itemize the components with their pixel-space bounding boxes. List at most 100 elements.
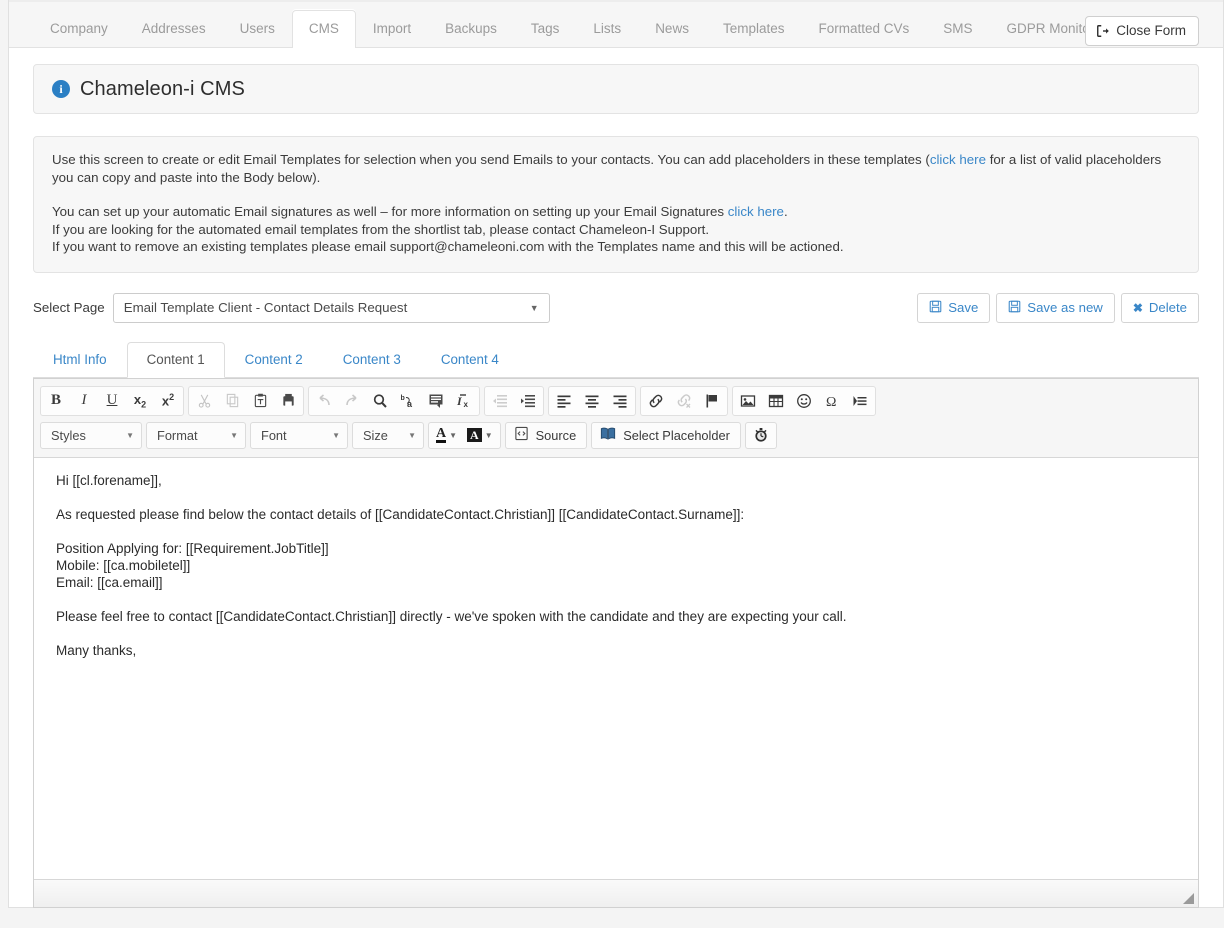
find-icon[interactable] [366, 388, 394, 414]
body-line-position: Position Applying for: [[Requirement.Job… [56, 540, 329, 556]
editor-content-area[interactable]: Hi [[cl.forename]], As requested please … [34, 457, 1198, 879]
info-icon: i [52, 80, 70, 98]
help-paragraph-3: If you are looking for the automated ema… [52, 221, 710, 237]
text-color-letter: A [436, 426, 447, 443]
image-icon[interactable] [734, 388, 762, 414]
toolbar-group-clipboard [188, 385, 304, 416]
toolbar-group-editing: ba Ix [308, 385, 480, 416]
placeholders-help-link[interactable]: click here [930, 152, 986, 167]
body-paragraph-greeting: Hi [[cl.forename]], [56, 472, 162, 488]
content-tab-content-4[interactable]: Content 4 [421, 342, 519, 378]
font-dropdown[interactable]: Font ▼ [250, 421, 348, 449]
align-center-icon[interactable] [578, 388, 606, 414]
paste-icon[interactable] [246, 388, 274, 414]
select-page-label: Select Page [33, 300, 105, 315]
body-line-mobile: Mobile: [[ca.mobiletel]] [56, 557, 191, 573]
source-code-icon [514, 426, 529, 444]
chevron-down-icon: ▼ [529, 302, 539, 313]
body-line-email: Email: [[ca.email]] [56, 574, 163, 590]
special-char-icon[interactable]: Ω [818, 388, 846, 414]
redo-icon[interactable] [338, 388, 366, 414]
nav-tab-users[interactable]: Users [223, 10, 292, 48]
nav-tab-formatted-cvs[interactable]: Formatted CVs [801, 10, 926, 48]
select-placeholder-button[interactable]: Select Placeholder [591, 421, 741, 449]
select-page-row: Select Page Email Template Client - Cont… [33, 292, 1199, 323]
body-paragraph-intro: As requested please find below the conta… [56, 506, 745, 522]
timer-icon[interactable] [744, 421, 777, 449]
nav-tab-company[interactable]: Company [33, 10, 125, 48]
resize-grip-icon[interactable] [1183, 892, 1194, 904]
link-icon[interactable] [642, 388, 670, 414]
nav-tab-sms[interactable]: SMS [926, 10, 989, 48]
format-dropdown[interactable]: Format ▼ [146, 421, 246, 449]
content-tab-html-info[interactable]: Html Info [33, 342, 127, 378]
cut-icon[interactable] [190, 388, 218, 414]
text-color-icon[interactable]: A ▼ [431, 424, 462, 447]
svg-text:Ω: Ω [826, 395, 836, 409]
save-as-new-button[interactable]: Save as new [996, 292, 1115, 323]
source-button[interactable]: Source [504, 421, 588, 449]
font-dropdown-label: Font [261, 427, 287, 443]
size-dropdown[interactable]: Size ▼ [352, 421, 424, 449]
svg-text:x: x [464, 400, 469, 409]
chevron-down-icon: ▼ [332, 430, 340, 440]
align-left-icon[interactable] [550, 388, 578, 414]
outdent-icon[interactable] [486, 388, 514, 414]
underline-icon[interactable]: U [98, 388, 126, 414]
paste-from-word-icon[interactable] [274, 388, 302, 414]
help-paragraph-2: You can set up your automatic Email sign… [52, 203, 1180, 221]
content-tab-content-2[interactable]: Content 2 [225, 342, 323, 378]
editor-toolbar-row-1: B I U x2 x2 b a I x Ω [38, 383, 1194, 419]
nav-tab-backups[interactable]: Backups [428, 10, 514, 48]
content-tab-content-1[interactable]: Content 1 [126, 341, 225, 378]
page-body: i Chameleon-i CMS Use this screen to cre… [9, 48, 1223, 908]
bold-icon[interactable]: B [42, 388, 70, 414]
chevron-down-icon: ▼ [484, 430, 493, 440]
select-placeholder-label: Select Placeholder [623, 427, 730, 443]
styles-dropdown[interactable]: Styles ▼ [40, 421, 142, 449]
svg-text:b: b [401, 395, 405, 402]
remove-format-icon[interactable]: Ix [450, 388, 478, 414]
page-title: Chameleon-i CMS [80, 77, 245, 100]
close-form-label: Close Form [1116, 23, 1186, 38]
table-icon[interactable] [762, 388, 790, 414]
page-card: Company Addresses Users CMS Import Backu… [8, 0, 1224, 908]
record-action-buttons: Save Save as new ✖ Delete [917, 292, 1199, 323]
signatures-help-link[interactable]: click here [728, 204, 784, 219]
copy-icon[interactable] [218, 388, 246, 414]
chevron-down-icon: ▼ [449, 430, 458, 440]
delete-button[interactable]: ✖ Delete [1120, 292, 1199, 323]
replace-icon[interactable]: ba [394, 388, 422, 414]
save-button[interactable]: Save [917, 292, 991, 323]
indent-icon[interactable] [514, 388, 542, 414]
select-page-value: Email Template Client - Contact Details … [123, 300, 408, 315]
superscript-icon[interactable]: x2 [154, 388, 182, 414]
page-break-icon[interactable] [846, 388, 874, 414]
close-form-button[interactable]: Close Form [1085, 16, 1199, 46]
select-all-icon[interactable] [422, 388, 450, 414]
align-right-icon[interactable] [606, 388, 634, 414]
subscript-icon[interactable]: x2 [126, 388, 154, 414]
toolbar-group-colors: A ▼ A ▼ [428, 421, 501, 449]
content-tab-content-3[interactable]: Content 3 [323, 342, 421, 378]
nav-tab-templates[interactable]: Templates [706, 10, 802, 48]
background-color-icon[interactable]: A ▼ [462, 424, 498, 447]
help-text-2b: . [783, 204, 788, 219]
editor-toolbar: B I U x2 x2 b a I x Ω Styles ▼ Format ▼ … [34, 378, 1198, 458]
nav-tab-cms[interactable]: CMS [291, 10, 356, 49]
nav-tab-import[interactable]: Import [356, 10, 428, 48]
nav-tab-lists[interactable]: Lists [576, 10, 638, 48]
select-page-dropdown[interactable]: Email Template Client - Contact Details … [112, 292, 550, 323]
nav-tab-addresses[interactable]: Addresses [125, 10, 223, 48]
undo-icon[interactable] [310, 388, 338, 414]
nav-tab-tags[interactable]: Tags [514, 10, 577, 48]
save-disk-icon [929, 300, 942, 316]
size-dropdown-label: Size [363, 427, 388, 443]
unlink-icon[interactable] [670, 388, 698, 414]
anchor-flag-icon[interactable] [698, 388, 726, 414]
italic-icon[interactable]: I [70, 388, 98, 414]
nav-tab-news[interactable]: News [638, 10, 706, 48]
delete-button-label: Delete [1148, 300, 1187, 315]
smiley-icon[interactable] [790, 388, 818, 414]
body-paragraph-contact: Please feel free to contact [[CandidateC… [56, 608, 847, 624]
